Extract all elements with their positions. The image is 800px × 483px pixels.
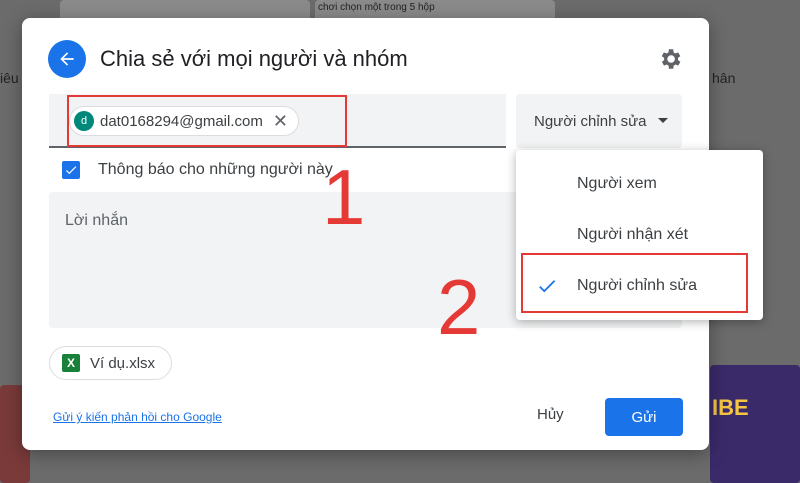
- back-button[interactable]: [48, 40, 86, 78]
- background-label: hân: [712, 70, 736, 86]
- notify-checkbox[interactable]: [62, 161, 80, 179]
- attachment-name: Ví dụ.xlsx: [90, 354, 156, 372]
- role-select-value: Người chỉnh sửa: [534, 112, 647, 130]
- menu-item-label: Người xem: [577, 175, 657, 192]
- message-placeholder: Lời nhắn: [65, 212, 128, 229]
- excel-file-icon: X: [62, 354, 80, 372]
- feedback-link[interactable]: Gửi ý kiến phản hồi cho Google: [53, 410, 222, 424]
- notify-row: Thông báo cho những người này: [62, 161, 333, 179]
- attachment-chip[interactable]: X Ví dụ.xlsx: [49, 346, 173, 380]
- annotation-box-1: [67, 95, 347, 147]
- gear-icon[interactable]: [657, 46, 683, 72]
- menu-item-label: Người nhận xét: [577, 226, 689, 243]
- cancel-button[interactable]: Hủy: [537, 406, 564, 423]
- arrow-left-icon: [60, 52, 74, 66]
- annotation-box-2: [521, 253, 748, 313]
- caret-down-icon: [658, 118, 668, 123]
- annotation-number-1: 1: [322, 153, 366, 241]
- menu-item-viewer[interactable]: Người xem: [516, 159, 763, 209]
- send-button[interactable]: Gửi: [605, 398, 683, 436]
- checkmark-icon: [65, 166, 77, 175]
- notify-label: Thông báo cho những người này: [98, 161, 333, 178]
- role-select[interactable]: Người chỉnh sửa: [516, 94, 682, 148]
- background-snippet: chơi chọn một trong 5 hộp: [318, 2, 435, 13]
- dialog-title: Chia sẻ với mọi người và nhóm: [100, 46, 408, 71]
- background-card: [710, 365, 800, 483]
- background-snippet: IBE: [712, 395, 749, 420]
- background-label: iêu: [0, 70, 19, 86]
- annotation-number-2: 2: [437, 263, 481, 351]
